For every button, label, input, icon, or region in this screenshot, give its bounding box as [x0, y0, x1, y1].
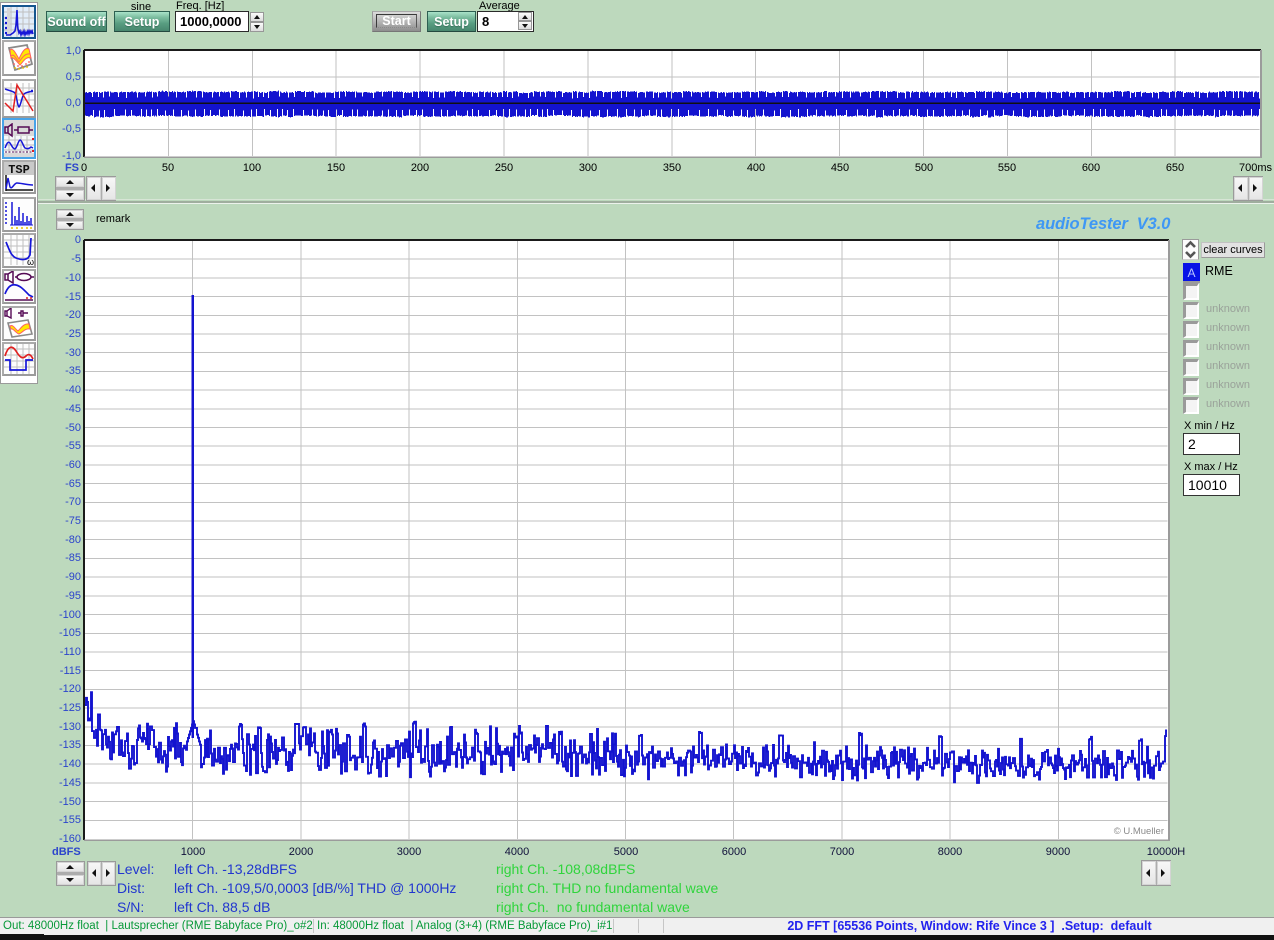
svg-text:© U.Mueller: © U.Mueller — [1114, 826, 1164, 837]
svg-text:ω: ω — [27, 257, 34, 265]
svg-text:TSP: TSP — [8, 163, 30, 177]
